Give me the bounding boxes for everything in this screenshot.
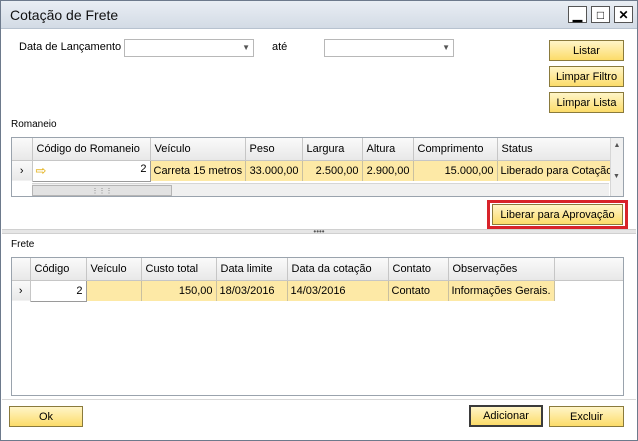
limpar-filtro-button[interactable]: Limpar Filtro (549, 66, 624, 87)
row-header-corner (12, 138, 33, 161)
maximize-button[interactable]: □ (591, 6, 610, 23)
contato-cell[interactable]: Contato (388, 280, 449, 301)
cotacao-frete-window: Cotação de Frete ▁ □ ✕ Data de Lançament… (0, 0, 638, 441)
column-header-largura[interactable]: Largura (302, 138, 363, 161)
limpar-lista-button[interactable]: Limpar Lista (549, 92, 624, 113)
column-header-comprimento[interactable]: Comprimento (413, 138, 498, 161)
adicionar-button[interactable]: Adicionar (469, 405, 543, 427)
column-header-filler (554, 258, 623, 281)
scroll-up-icon[interactable]: ▲ (611, 138, 623, 149)
romaneio-table: Código do Romaneio Veículo Peso Largura … (12, 138, 623, 182)
date-from-combo[interactable]: ▼ (124, 39, 254, 57)
scroll-down-icon[interactable]: ▼ (611, 173, 622, 180)
title-bar: Cotação de Frete ▁ □ ✕ (1, 1, 637, 29)
column-header-status[interactable]: Status (497, 138, 623, 161)
maximize-icon: □ (596, 7, 605, 22)
close-button[interactable]: ✕ (614, 6, 633, 23)
listar-button[interactable]: Listar (549, 40, 624, 61)
filler-cell (554, 280, 623, 301)
column-header-data-limite[interactable]: Data limite (216, 258, 288, 281)
frete-table: Código Veículo Custo total Data limite D… (12, 258, 623, 302)
largura-cell[interactable]: 2.500,00 (302, 160, 363, 181)
footer-divider (2, 399, 636, 400)
column-header-observacoes[interactable]: Observações (448, 258, 555, 281)
codigo-romaneio-cell[interactable]: ⇨ 2 (31, 159, 151, 182)
column-header-veiculo[interactable]: Veículo (86, 258, 142, 281)
romaneio-vertical-scrollbar[interactable]: ▲ ▼ (610, 138, 623, 196)
romaneio-grid: Código do Romaneio Veículo Peso Largura … (11, 137, 624, 197)
horizontal-scroll-thumb[interactable]: ⋮⋮⋮ (32, 185, 172, 196)
veiculo-cell[interactable] (86, 280, 142, 301)
veiculo-cell[interactable]: Carreta 15 metros (150, 160, 246, 181)
date-to-combo[interactable]: ▼ (324, 39, 454, 57)
comprimento-cell[interactable]: 15.000,00 (413, 160, 498, 181)
close-icon: ✕ (618, 7, 629, 22)
codigo-cell[interactable]: 2 (29, 279, 87, 302)
combo-arrow-icon: ▼ (442, 43, 450, 52)
date-to-label: até (272, 41, 288, 53)
column-header-altura[interactable]: Altura (362, 138, 414, 161)
status-cell[interactable]: Liberado para Cotação (497, 160, 623, 181)
row-indicator[interactable]: › (12, 280, 31, 301)
splitter-grip-icon: •••• (313, 227, 325, 236)
window-title: Cotação de Frete (10, 7, 119, 23)
column-header-peso[interactable]: Peso (245, 138, 303, 161)
minimize-icon: ▁ (572, 7, 583, 22)
column-header-codigo[interactable]: Código (30, 258, 87, 281)
row-indicator[interactable]: › (12, 160, 33, 181)
romaneio-header-row: Código do Romaneio Veículo Peso Largura … (12, 138, 623, 161)
row-header-corner (12, 258, 31, 281)
frete-header-row: Código Veículo Custo total Data limite D… (12, 258, 623, 281)
frete-grid: Código Veículo Custo total Data limite D… (11, 257, 624, 396)
date-from-label: Data de Lançamento (19, 41, 122, 53)
ok-button[interactable]: Ok (9, 406, 83, 427)
table-row[interactable]: › ⇨ 2 Carreta 15 metros 33.000,00 2.500,… (12, 159, 623, 182)
minimize-button[interactable]: ▁ (568, 6, 587, 23)
excluir-button[interactable]: Excluir (549, 406, 624, 427)
romaneio-horizontal-scrollbar[interactable]: ⋮⋮⋮ (32, 183, 609, 196)
custo-total-cell[interactable]: 150,00 (141, 280, 217, 301)
combo-arrow-icon: ▼ (242, 43, 250, 52)
data-cotacao-cell[interactable]: 14/03/2016 (287, 280, 389, 301)
grip-icon: ⋮⋮⋮ (91, 187, 113, 195)
panel-splitter[interactable]: •••• (2, 227, 636, 236)
peso-cell[interactable]: 33.000,00 (245, 160, 303, 181)
romaneio-section-label: Romaneio (11, 119, 57, 130)
column-header-data-cotacao[interactable]: Data da cotação (287, 258, 389, 281)
column-header-codigo-romaneio[interactable]: Código do Romaneio (32, 138, 151, 161)
liberar-para-aprovacao-button[interactable]: Liberar para Aprovação (492, 204, 623, 225)
altura-cell[interactable]: 2.900,00 (362, 160, 414, 181)
frete-section-label: Frete (11, 239, 35, 250)
codigo-romaneio-value: 2 (140, 162, 147, 175)
column-header-veiculo[interactable]: Veículo (150, 138, 246, 161)
table-row[interactable]: › 2 150,00 18/03/2016 14/03/2016 Contato… (12, 279, 623, 302)
column-header-custo-total[interactable]: Custo total (141, 258, 217, 281)
link-arrow-icon[interactable]: ⇨ (36, 163, 47, 178)
column-header-contato[interactable]: Contato (388, 258, 449, 281)
observacoes-cell[interactable]: Informações Gerais. (448, 280, 555, 301)
data-limite-cell[interactable]: 18/03/2016 (216, 280, 288, 301)
